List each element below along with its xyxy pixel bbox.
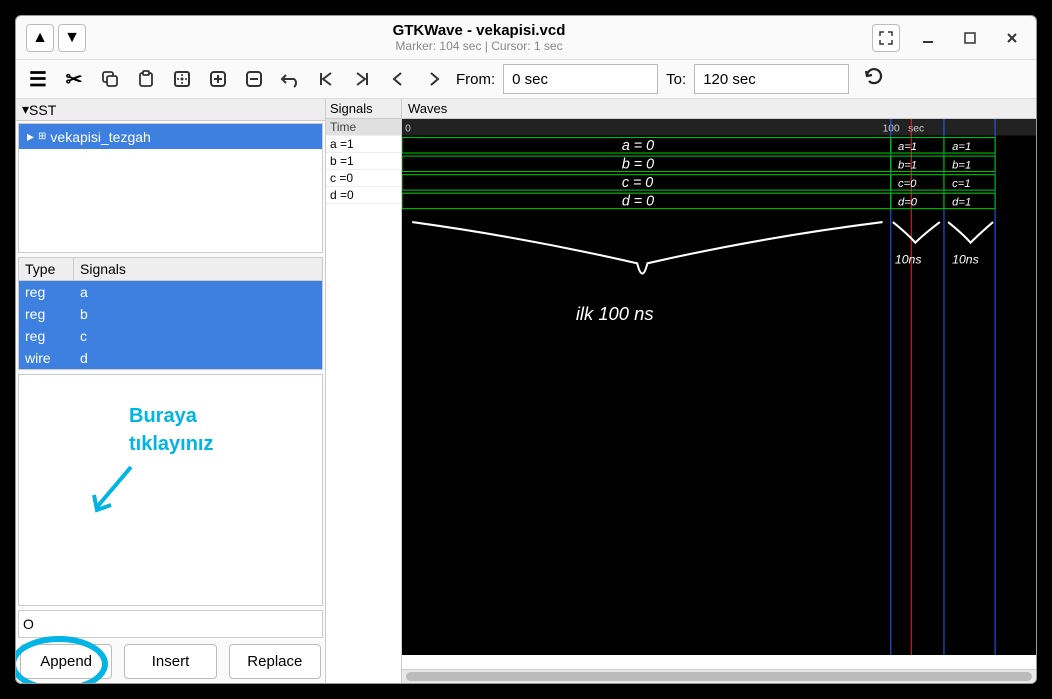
svg-text:c=1: c=1 <box>952 178 970 190</box>
waves-panel: Waves 0 100 sec <box>402 99 1036 683</box>
go-start-icon[interactable] <box>312 65 340 93</box>
brace-label-main: ilk 100 ns <box>576 303 654 324</box>
reload-icon[interactable] <box>857 65 891 93</box>
svg-text:10ns: 10ns <box>952 252 979 266</box>
ruler-unit: sec <box>908 123 924 134</box>
svg-text:10ns: 10ns <box>895 252 922 266</box>
svg-text:d=0: d=0 <box>898 197 918 209</box>
append-button[interactable]: Append <box>20 644 112 679</box>
svg-text:c=0: c=0 <box>898 178 917 190</box>
signals-list[interactable]: Time a =1 b =1 c =0 d =0 <box>326 119 401 683</box>
to-input[interactable] <box>694 64 849 94</box>
list-item[interactable]: d =0 <box>326 187 401 204</box>
left-panel: ▾SST ▸ ⊞ vekapisi_tezgah Type Signals re… <box>16 99 326 683</box>
titlebar-up-button[interactable]: ▲ <box>26 24 54 52</box>
close-button[interactable] <box>998 24 1026 52</box>
time-row: Time <box>326 119 401 136</box>
to-label: To: <box>666 71 686 88</box>
wave-label-a0: a = 0 <box>622 138 654 154</box>
annotation-line2: tıklayınız <box>129 433 213 456</box>
wave-label-d0: d = 0 <box>622 194 654 210</box>
prev-icon[interactable] <box>384 65 412 93</box>
h-scrollbar[interactable] <box>402 669 1036 683</box>
filter-input[interactable] <box>18 610 323 638</box>
titlebar-down-button[interactable]: ▼ <box>58 24 86 52</box>
cut-icon[interactable]: ✂ <box>60 65 88 93</box>
list-item[interactable]: c =0 <box>326 170 401 187</box>
annotation-line1: Buraya <box>129 405 197 428</box>
go-end-icon[interactable] <box>348 65 376 93</box>
menu-icon[interactable]: ☰ <box>24 65 52 93</box>
ruler-t0: 0 <box>405 123 411 134</box>
svg-text:a=1: a=1 <box>952 141 971 153</box>
annotation-area: Buraya tıklayınız <box>18 374 323 606</box>
table-row[interactable]: regc <box>19 325 322 347</box>
sst-label: SST <box>29 102 56 118</box>
waves-canvas[interactable]: 0 100 sec <box>402 119 1036 655</box>
waves-header: Waves <box>402 99 1036 119</box>
tree-item[interactable]: ▸ ⊞ vekapisi_tezgah <box>19 124 322 149</box>
table-row[interactable]: rega <box>19 281 322 303</box>
titlebar: ▲ ▼ GTKWave - vekapisi.vcd Marker: 104 s… <box>16 16 1036 60</box>
list-item[interactable]: a =1 <box>326 136 401 153</box>
from-input[interactable] <box>503 64 658 94</box>
zoom-in-icon[interactable] <box>204 65 232 93</box>
toolbar: ☰ ✂ From: To: <box>16 60 1036 99</box>
wave-label-c0: c = 0 <box>622 175 653 191</box>
app-subtitle: Marker: 104 sec | Cursor: 1 sec <box>86 39 872 53</box>
svg-text:b=1: b=1 <box>952 159 971 171</box>
main-area: ▾SST ▸ ⊞ vekapisi_tezgah Type Signals re… <box>16 99 1036 683</box>
svg-text:b=1: b=1 <box>898 159 917 171</box>
undo-icon[interactable] <box>276 65 304 93</box>
tree-item-label: vekapisi_tezgah <box>50 129 150 145</box>
wave-label-b0: b = 0 <box>622 156 654 172</box>
signals-header: Signals <box>326 99 401 119</box>
paste-icon[interactable] <box>132 65 160 93</box>
col-signals[interactable]: Signals <box>74 258 322 280</box>
copy-icon[interactable] <box>96 65 124 93</box>
zoom-out-icon[interactable] <box>240 65 268 93</box>
maximize-button[interactable] <box>956 24 984 52</box>
tree-expand-icon[interactable]: ▸ <box>27 128 34 145</box>
svg-text:d=1: d=1 <box>952 197 971 209</box>
list-item[interactable]: b =1 <box>326 153 401 170</box>
replace-button[interactable]: Replace <box>229 644 321 679</box>
app-title: GTKWave - vekapisi.vcd <box>86 22 872 39</box>
table-row[interactable]: wired <box>19 347 322 369</box>
signals-values-panel: Signals Time a =1 b =1 c =0 d =0 <box>326 99 402 683</box>
zoom-fit-icon[interactable] <box>168 65 196 93</box>
svg-text:a=1: a=1 <box>898 141 917 153</box>
arrow-annotation <box>89 465 139 520</box>
fullscreen-button[interactable] <box>872 24 900 52</box>
button-row: Append Insert Replace <box>16 640 325 683</box>
sst-tree[interactable]: ▸ ⊞ vekapisi_tezgah <box>18 123 323 253</box>
signal-table: Type Signals rega regb regc wired <box>18 257 323 370</box>
minimize-button[interactable] <box>914 24 942 52</box>
from-label: From: <box>456 71 495 88</box>
module-icon: ⊞ <box>38 131 46 142</box>
insert-button[interactable]: Insert <box>124 644 216 679</box>
col-type[interactable]: Type <box>19 258 74 280</box>
next-icon[interactable] <box>420 65 448 93</box>
app-window: ▲ ▼ GTKWave - vekapisi.vcd Marker: 104 s… <box>15 15 1037 684</box>
table-row[interactable]: regb <box>19 303 322 325</box>
sst-header: ▾SST <box>16 99 325 121</box>
